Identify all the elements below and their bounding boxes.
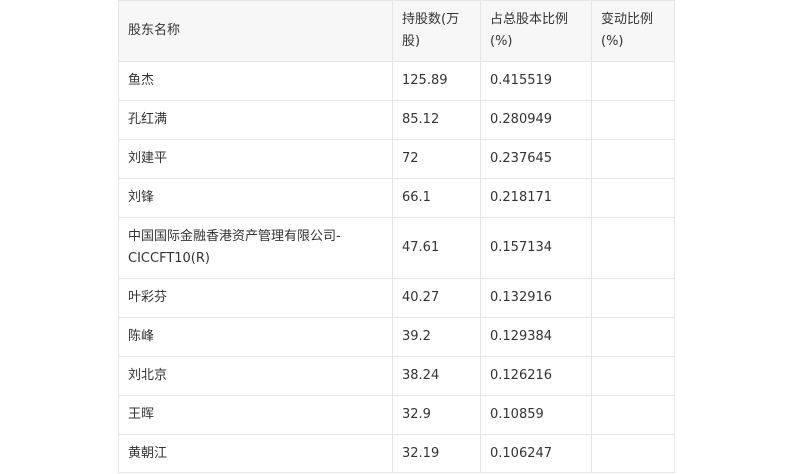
table-row: 刘锋 66.1 0.218171	[118, 178, 675, 218]
cell-shares: 38.24	[392, 356, 481, 396]
cell-change	[591, 178, 675, 218]
cell-ratio: 0.415519	[480, 61, 592, 101]
cell-ratio: 0.132916	[480, 278, 592, 318]
table-body: 鱼杰 125.89 0.415519 孔红满 85.12 0.280949 刘建…	[118, 61, 675, 473]
cell-change	[591, 139, 675, 179]
cell-shares: 85.12	[392, 100, 481, 140]
table-row: 鱼杰 125.89 0.415519	[118, 61, 675, 101]
table-row: 刘建平 72 0.237645	[118, 139, 675, 179]
cell-name: 刘建平	[118, 139, 393, 179]
table-row: 陈峰 39.2 0.129384	[118, 317, 675, 357]
cell-name: 鱼杰	[118, 61, 393, 101]
cell-change	[591, 395, 675, 435]
header-ratio: 占总股本比例(%)	[480, 0, 592, 62]
cell-shares: 125.89	[392, 61, 481, 101]
header-shares: 持股数(万股)	[392, 0, 481, 62]
cell-change	[591, 278, 675, 318]
cell-shares: 39.2	[392, 317, 481, 357]
table-row: 中国国际金融香港资产管理有限公司-CICCFT10(R) 47.61 0.157…	[118, 217, 675, 279]
cell-shares: 72	[392, 139, 481, 179]
table-row: 叶彩芬 40.27 0.132916	[118, 278, 675, 318]
cell-change	[591, 434, 675, 473]
cell-ratio: 0.280949	[480, 100, 592, 140]
table-row: 孔红满 85.12 0.280949	[118, 100, 675, 140]
cell-ratio: 0.10859	[480, 395, 592, 435]
table-header: 股东名称 持股数(万股) 占总股本比例(%) 变动比例(%)	[118, 0, 675, 62]
cell-shares: 32.9	[392, 395, 481, 435]
cell-ratio: 0.237645	[480, 139, 592, 179]
cell-shares: 40.27	[392, 278, 481, 318]
table-row: 王晖 32.9 0.10859	[118, 395, 675, 435]
cell-ratio: 0.126216	[480, 356, 592, 396]
cell-change	[591, 100, 675, 140]
cell-name: 黄朝江	[118, 434, 393, 473]
table-row: 刘北京 38.24 0.126216	[118, 356, 675, 396]
cell-name: 王晖	[118, 395, 393, 435]
header-row: 股东名称 持股数(万股) 占总股本比例(%) 变动比例(%)	[118, 0, 675, 62]
header-change: 变动比例(%)	[591, 0, 675, 62]
cell-name: 刘锋	[118, 178, 393, 218]
cell-name: 刘北京	[118, 356, 393, 396]
cell-change	[591, 217, 675, 279]
cell-ratio: 0.106247	[480, 434, 592, 473]
header-shareholder-name: 股东名称	[118, 0, 393, 62]
cell-shares: 32.19	[392, 434, 481, 473]
cell-name: 孔红满	[118, 100, 393, 140]
cell-name: 陈峰	[118, 317, 393, 357]
cell-shares: 66.1	[392, 178, 481, 218]
cell-change	[591, 317, 675, 357]
cell-name: 中国国际金融香港资产管理有限公司-CICCFT10(R)	[118, 217, 393, 279]
cell-ratio: 0.157134	[480, 217, 592, 279]
shareholder-table-container: 股东名称 持股数(万股) 占总股本比例(%) 变动比例(%) 鱼杰 125.89…	[118, 0, 675, 473]
table-row: 黄朝江 32.19 0.106247	[118, 434, 675, 473]
cell-shares: 47.61	[392, 217, 481, 279]
cell-change	[591, 356, 675, 396]
cell-change	[591, 61, 675, 101]
cell-ratio: 0.218171	[480, 178, 592, 218]
cell-name: 叶彩芬	[118, 278, 393, 318]
shareholder-table: 股东名称 持股数(万股) 占总股本比例(%) 变动比例(%) 鱼杰 125.89…	[118, 0, 675, 473]
cell-ratio: 0.129384	[480, 317, 592, 357]
